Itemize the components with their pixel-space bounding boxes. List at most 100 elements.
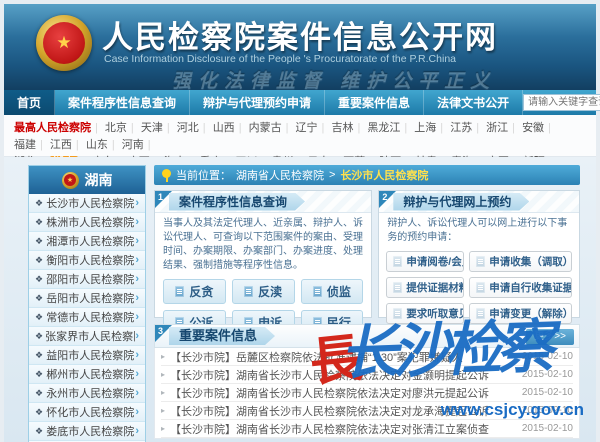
document-icon	[476, 308, 485, 319]
region-item: 上海	[414, 122, 447, 134]
region-link[interactable]: 江苏	[450, 122, 472, 134]
sidebar-item-label: 常德市人民检察院	[45, 309, 135, 325]
site-subtitle: Case Information Disclosure of the Peopl…	[104, 53, 456, 65]
news-date: 2015-02-10	[522, 405, 573, 416]
sidebar-items: ❖ 长沙市人民检察院 › ❖ 株洲市人民检察院 › ❖ 湘潭市人民检察院 ›	[29, 194, 145, 442]
sidebar-item[interactable]: ❖ 益阳市人民检察院 ›	[29, 346, 145, 365]
nav-tab[interactable]: 辩护与代理预约申请	[190, 90, 325, 115]
region-item: 江苏	[450, 122, 483, 134]
nav-tab[interactable]: 案件程序性信息查询	[55, 90, 190, 115]
region-link[interactable]: 河北	[177, 122, 199, 134]
panels-row: 1 案件程序性信息查询 当事人及其法定代理人、近亲属、辩护人、诉讼代理人、可查询…	[154, 190, 580, 318]
sidebar-item[interactable]: ❖ 湘潭市人民检察院 ›	[29, 232, 145, 251]
region-link[interactable]: 北京	[105, 122, 127, 134]
region-link[interactable]: 安徽	[522, 122, 544, 134]
region-item: 吉林	[331, 122, 364, 134]
region-link[interactable]: 辽宁	[296, 122, 318, 134]
button-label: 申请阅卷/会见	[406, 254, 464, 269]
reservation-button[interactable]: 提供证据材料	[386, 277, 464, 298]
sidebar-item[interactable]: ❖ 郴州市人民检察院 ›	[29, 365, 145, 384]
main-area: ★ 湖南 ❖ 长沙市人民检察院 › ❖ 株洲市人民检察院 ›	[4, 157, 596, 442]
document-icon	[313, 286, 322, 297]
important-cases-section: 3 重要案件信息 更多>> ▸ 【长沙市院】岳麓区检察院依法批准逮捕“1.30”…	[154, 324, 580, 439]
document-icon	[393, 256, 402, 267]
region-link[interactable]: 河南	[122, 139, 144, 151]
button-label: 反贪	[189, 283, 213, 300]
news-date: 2015-02-10	[522, 369, 573, 380]
chevron-right-icon: ›	[135, 292, 139, 304]
sidebar-item[interactable]: ❖ 邵阳市人民检察院 ›	[29, 270, 145, 289]
news-number: 3	[158, 326, 163, 336]
breadcrumb-current[interactable]: 长沙市人民检察院	[340, 167, 428, 183]
region-link[interactable]: 天津	[141, 122, 163, 134]
nav-tab[interactable]: 首页	[4, 90, 55, 115]
panel1-number: 1	[158, 192, 163, 202]
breadcrumb: 当前位置： 湖南省人民检察院 > 长沙市人民检察院	[154, 165, 580, 185]
chevron-right-icon: ›	[135, 197, 139, 209]
news-item: ▸ 【长沙市院】湖南省长沙市人民检察院依法决定对廖洪元提起公诉 2015-02-…	[161, 384, 573, 402]
sidebar-item-label: 湘潭市人民检察院	[45, 233, 135, 249]
region-link[interactable]: 福建	[14, 139, 36, 151]
page: ★ 人民检察院案件信息公开网 Case Information Disclosu…	[0, 0, 600, 442]
document-icon	[393, 282, 402, 293]
news-link[interactable]: 【长沙市院】湖南省长沙市人民检察院依法决定对廖洪元提起公诉	[170, 385, 517, 401]
region-item: 安徽	[522, 122, 555, 134]
reservation-button[interactable]: 申请自行收集证据材料	[469, 277, 572, 298]
query-category-button[interactable]: 反渎	[232, 279, 295, 304]
news-header: 3 重要案件信息 更多>>	[154, 324, 580, 348]
diamond-bullet-icon: ❖	[35, 312, 43, 323]
region-link[interactable]: 吉林	[331, 122, 353, 134]
sidebar-item[interactable]: ❖ 娄底市人民检察院 ›	[29, 422, 145, 441]
diamond-bullet-icon: ❖	[35, 236, 43, 247]
region-link[interactable]: 山东	[86, 139, 108, 151]
region-link[interactable]: 上海	[414, 122, 436, 134]
sidebar-item[interactable]: ❖ 衡阳市人民检察院 ›	[29, 251, 145, 270]
reservation-button[interactable]: 申请收集（调取）证据材料	[469, 251, 572, 272]
query-category-button[interactable]: 反贪	[163, 279, 226, 304]
reservation-button[interactable]: 申请阅卷/会见	[386, 251, 464, 272]
reservation-button[interactable]: 申请变更（解除）强制措施	[469, 303, 572, 324]
chevron-right-icon: ›	[135, 425, 139, 437]
region-link[interactable]: 山西	[213, 122, 235, 134]
sidebar-item[interactable]: ❖ 怀化市人民检察院 ›	[29, 403, 145, 422]
region-link[interactable]: 江西	[50, 139, 72, 151]
news-link[interactable]: 【长沙市院】湖南省长沙市人民检察院依法决定对龙承海提起公诉	[170, 403, 517, 419]
sidebar-item[interactable]: ❖ 岳阳市人民检察院 ›	[29, 289, 145, 308]
news-item: ▸ 【长沙市院】湖南省长沙市人民检察院依法决定对金灏明提起公诉 2015-02-…	[161, 366, 573, 384]
sidebar-item[interactable]: ❖ 株洲市人民检察院 ›	[29, 213, 145, 232]
region-link[interactable]: 黑龙江	[367, 122, 400, 134]
diamond-bullet-icon: ❖	[35, 426, 43, 437]
news-item: ▸ 【长沙市院】湖南省长沙市人民检察院依法决定对龙承海提起公诉 2015-02-…	[161, 402, 573, 420]
nav-tab[interactable]: 重要案件信息	[325, 90, 424, 115]
chevron-right-icon: ›	[135, 330, 139, 342]
news-link[interactable]: 【长沙市院】岳麓区检察院依法批准逮捕“1.30”案犯罪嫌疑人	[170, 349, 517, 365]
panel2-number: 2	[382, 192, 387, 202]
sidebar-item[interactable]: ❖ 张家界市人民检察院 ›	[29, 327, 145, 346]
region-item: 北京	[105, 122, 138, 134]
chevron-right-icon: ›	[135, 368, 139, 380]
region-item: 辽宁	[296, 122, 329, 134]
region-link[interactable]: 浙江	[486, 122, 508, 134]
triangle-bullet-icon: ▸	[161, 406, 165, 415]
site-title: 人民检察院案件信息公开网	[102, 12, 498, 57]
panel1-description: 当事人及其法定代理人、近亲属、辩护人、诉讼代理人、可查询以下范围案件的案由、受理…	[155, 213, 371, 275]
region-link[interactable]: 内蒙古	[249, 122, 282, 134]
more-button[interactable]: 更多>>	[526, 329, 574, 345]
breadcrumb-parent-link[interactable]: 湖南省人民检察院	[236, 167, 324, 183]
sidebar-item[interactable]: ❖ 长沙市人民检察院 ›	[29, 194, 145, 213]
sidebar-item-label: 永州市人民检察院	[45, 385, 135, 401]
sidebar-title: 湖南	[85, 170, 113, 190]
search-input[interactable]	[524, 95, 600, 110]
sidebar-item[interactable]: ❖ 常德市人民检察院 ›	[29, 308, 145, 327]
diamond-bullet-icon: ❖	[35, 293, 43, 304]
region-link[interactable]: 最高人民检察院	[14, 122, 91, 134]
news-link[interactable]: 【长沙市院】湖南省长沙市人民检察院依法决定对张清江立案侦查	[170, 421, 517, 437]
nav-tab[interactable]: 法律文书公开	[424, 90, 523, 115]
query-category-button[interactable]: 侦监	[301, 279, 364, 304]
button-label: 申请自行收集证据材料	[489, 280, 572, 295]
sidebar-item[interactable]: ❖ 永州市人民检察院 ›	[29, 384, 145, 403]
news-link[interactable]: 【长沙市院】湖南省长沙市人民检察院依法决定对金灏明提起公诉	[170, 367, 517, 383]
diamond-bullet-icon: ❖	[35, 217, 43, 228]
reservation-button[interactable]: 要求听取意见	[386, 303, 464, 324]
content: 当前位置： 湖南省人民检察院 > 长沙市人民检察院 1 案件程序性信息查询 当事…	[154, 165, 580, 442]
